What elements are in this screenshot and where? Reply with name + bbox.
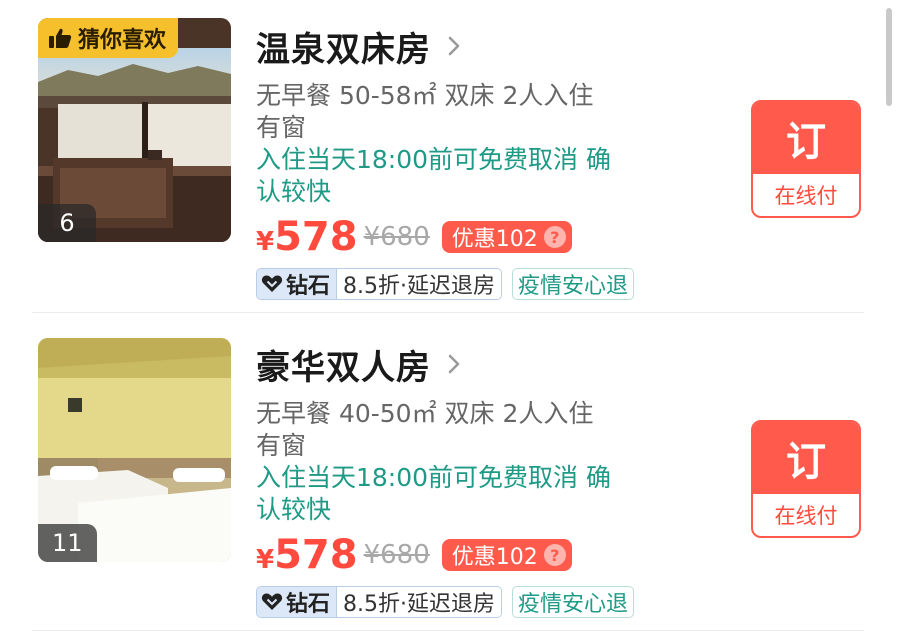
room-spec-window: 有窗 — [256, 113, 307, 142]
room-photo[interactable]: 11 — [38, 338, 231, 562]
divider — [32, 630, 864, 631]
price-amount: 578 — [274, 214, 358, 260]
diamond-heart-icon — [261, 593, 283, 610]
book-label: 订 — [753, 422, 859, 494]
benefit-tags: 钻石 8.5折·延迟退房 疫情安心退 — [256, 586, 676, 618]
help-icon[interactable]: ? — [543, 544, 566, 566]
book-label: 订 — [753, 102, 859, 174]
photo-count: 6 — [38, 204, 96, 242]
pay-online-label: 在线付 — [774, 184, 838, 208]
member-benefit-tag[interactable]: 钻石 8.5折·延迟退房 — [256, 268, 502, 300]
room-spec-window: 有窗 — [256, 431, 307, 460]
current-price: ¥578 — [256, 214, 358, 260]
member-level-label: 钻石 — [286, 592, 331, 617]
room-spec-line: 无早餐 50-58㎡ 双床 2人入住 — [256, 81, 594, 110]
discount-badge[interactable]: 优惠102? — [441, 539, 572, 571]
cancel-policy: 入住当天18:00前可免费取消 确 认较快 — [256, 462, 656, 526]
chevron-right-icon — [448, 354, 460, 374]
room-card[interactable]: 11 豪华双人房 无早餐 40-50㎡ 双床 2人入住 有窗 入住当天18:00… — [0, 318, 900, 636]
policy-tag[interactable]: 疫情安心退 — [512, 586, 635, 618]
member-level: 钻石 — [257, 587, 337, 617]
discount-badge[interactable]: 优惠102? — [441, 221, 572, 253]
currency-symbol: ¥ — [256, 545, 275, 575]
currency-symbol: ¥ — [256, 227, 275, 257]
price-row: ¥578 ¥680 优惠102? — [256, 214, 676, 260]
cancel-policy-line: 入住当天18:00前可免费取消 确 — [256, 145, 611, 174]
room-title: 温泉双床房 — [256, 29, 431, 70]
member-level-label: 钻石 — [286, 274, 331, 299]
benefit-tags: 钻石 8.5折·延迟退房 疫情安心退 — [256, 268, 676, 300]
cancel-policy-line: 认较快 — [256, 495, 332, 524]
member-benefit-tag[interactable]: 钻石 8.5折·延迟退房 — [256, 586, 502, 618]
original-price: ¥680 — [363, 540, 430, 570]
room-info: 温泉双床房 无早餐 50-58㎡ 双床 2人入住 有窗 入住当天18:00前可免… — [256, 24, 676, 300]
room-spec: 无早餐 40-50㎡ 双床 2人入住 有窗 — [256, 398, 656, 462]
original-price: ¥680 — [363, 222, 430, 252]
book-button[interactable]: 订 在线付 — [751, 420, 861, 538]
room-card[interactable]: 猜你喜欢 6 温泉双床房 无早餐 50-58㎡ 双床 2人入住 有窗 入住当天1… — [0, 0, 900, 318]
help-icon[interactable]: ? — [543, 226, 566, 248]
diamond-heart-icon — [261, 275, 283, 292]
room-title-row[interactable]: 豪华双人房 — [256, 342, 676, 388]
room-photo[interactable]: 猜你喜欢 6 — [38, 18, 231, 242]
room-spec-line: 无早餐 40-50㎡ 双床 2人入住 — [256, 399, 594, 428]
cancel-policy-line: 认较快 — [256, 177, 332, 206]
book-button[interactable]: 订 在线付 — [751, 100, 861, 218]
discount-label: 优惠102 — [451, 227, 538, 252]
recommend-tag: 猜你喜欢 — [38, 18, 179, 58]
room-title: 豪华双人房 — [256, 347, 431, 388]
member-benefit-label: 8.5折·延迟退房 — [336, 587, 501, 617]
room-spec: 无早餐 50-58㎡ 双床 2人入住 有窗 — [256, 80, 656, 144]
chevron-right-icon — [448, 36, 460, 56]
discount-label: 优惠102 — [451, 545, 538, 570]
current-price: ¥578 — [256, 532, 358, 578]
thumbs-up-icon — [49, 28, 72, 48]
cancel-policy: 入住当天18:00前可免费取消 确 认较快 — [256, 144, 656, 208]
member-level: 钻石 — [257, 269, 337, 299]
price-row: ¥578 ¥680 优惠102? — [256, 532, 676, 578]
room-title-row[interactable]: 温泉双床房 — [256, 24, 676, 70]
member-benefit-label: 8.5折·延迟退房 — [336, 269, 501, 299]
divider — [32, 312, 864, 313]
price-amount: 578 — [274, 532, 358, 578]
photo-count: 11 — [38, 524, 97, 562]
recommend-tag-label: 猜你喜欢 — [78, 28, 167, 53]
policy-tag[interactable]: 疫情安心退 — [512, 268, 635, 300]
pay-online-label: 在线付 — [774, 504, 838, 528]
room-info: 豪华双人房 无早餐 40-50㎡ 双床 2人入住 有窗 入住当天18:00前可免… — [256, 342, 676, 618]
cancel-policy-line: 入住当天18:00前可免费取消 确 — [256, 463, 611, 492]
